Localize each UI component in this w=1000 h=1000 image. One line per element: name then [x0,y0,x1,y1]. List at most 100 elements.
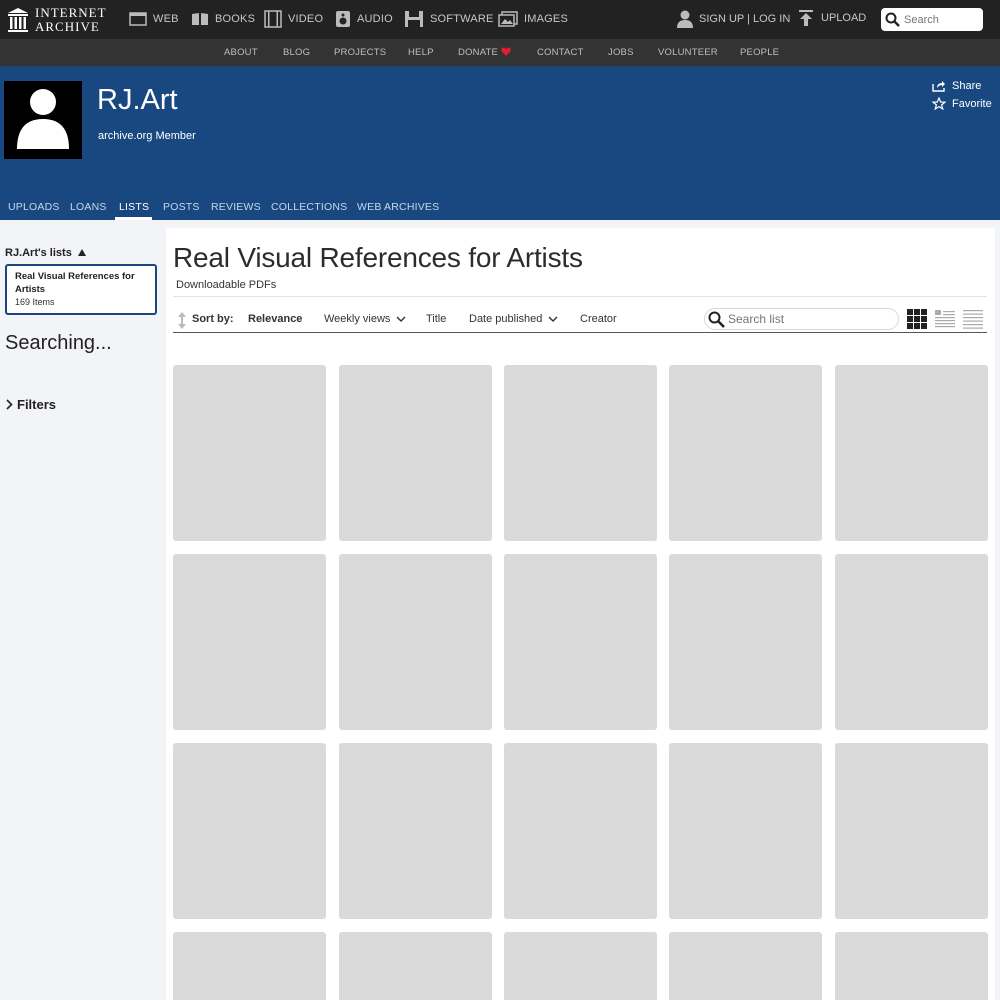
nav-images[interactable]: IMAGES [498,9,568,29]
result-tile-placeholder [504,932,657,1000]
global-search[interactable] [881,8,983,31]
nav-software[interactable]: SOFTWARE [404,9,494,29]
result-tile-placeholder [339,365,492,541]
sort-by-label: Sort by: [192,313,234,325]
chevron-down-icon [396,316,406,322]
subnav-volunteer[interactable]: VOLUNTEER [658,47,718,58]
sort-title[interactable]: Title [426,313,446,325]
profile-name: RJ.Art [97,84,178,116]
result-tile-placeholder [504,554,657,730]
upload-label: UPLOAD [821,12,867,24]
nav-web[interactable]: WEB [129,9,179,29]
subnav-jobs[interactable]: JOBS [608,47,634,58]
result-tile-placeholder [173,932,326,1000]
divider [173,296,987,297]
upload-button[interactable]: UPLOAD [798,9,866,27]
star-icon [932,97,946,110]
tab-lists[interactable]: LISTS [119,201,149,213]
page-title: Real Visual References for Artists [173,242,583,273]
subnav-projects[interactable]: PROJECTS [334,47,386,58]
share-button[interactable]: Share [932,80,981,92]
list-search[interactable] [704,308,899,330]
books-icon [192,13,208,25]
upload-icon [799,10,813,26]
active-tab-indicator [115,217,152,220]
favorite-button[interactable]: Favorite [932,97,992,110]
subnav-people[interactable]: PEOPLE [740,47,779,58]
share-label: Share [952,80,982,92]
tab-collections[interactable]: COLLECTIONS [271,201,347,213]
internet-archive-logo[interactable]: INTERNET ARCHIVE [7,6,107,33]
chevron-down-icon [548,316,558,322]
secondary-navigation: ABOUT BLOG PROJECTS HELP DONATE CONTACT … [0,39,1000,66]
user-icon [677,10,693,28]
sort-date-published[interactable]: Date published [469,313,558,325]
archive-building-icon [8,7,28,32]
list-search-input[interactable] [728,312,888,326]
global-search-input[interactable] [904,13,980,26]
result-tile-placeholder [835,365,988,541]
sort-weekly-views[interactable]: Weekly views [324,313,406,325]
search-icon [885,12,900,27]
sort-date-published-label: Date published [469,313,543,325]
profile-subtitle: archive.org Member [98,130,196,142]
profile-banner: RJ.Art archive.org Member Share Favorite… [0,66,1000,220]
sort-weekly-views-label: Weekly views [324,313,391,325]
result-tile-placeholder [173,554,326,730]
subnav-blog[interactable]: BLOG [283,47,310,58]
tab-loans[interactable]: LOANS [70,201,107,213]
sort-relevance[interactable]: Relevance [248,313,302,325]
sort-title-label: Title [426,313,447,325]
list-card-count: 169 Items [15,297,55,307]
sort-creator[interactable]: Creator [580,313,617,325]
list-results-panel: Real Visual References for Artists Downl… [166,228,995,1000]
heart-icon [501,47,511,56]
logo-text-line1: INTERNET [35,5,107,20]
subnav-about[interactable]: ABOUT [224,47,258,58]
account-label: SIGN UP | LOG IN [699,13,791,25]
nav-audio-label: AUDIO [357,13,393,25]
images-icon [498,11,518,27]
filters-toggle[interactable]: Filters [5,397,56,412]
list-detail-view-icon[interactable] [935,309,955,329]
lists-heading-label: RJ.Art's lists [5,247,72,259]
sort-creator-label: Creator [580,313,617,325]
result-tile-placeholder [504,743,657,919]
subnav-donate[interactable]: DONATE [458,47,498,58]
chevron-right-icon [6,399,13,410]
favorite-label: Favorite [952,97,992,110]
tab-reviews[interactable]: REVIEWS [211,201,261,213]
nav-video[interactable]: VIDEO [264,9,323,29]
video-icon [264,10,282,28]
list-compact-view-icon[interactable] [963,309,983,329]
top-navigation-bar: INTERNET ARCHIVE WEB BOOKS VIDEO AUDIO S… [0,0,1000,39]
subnav-help[interactable]: HELP [408,47,434,58]
lists-heading[interactable]: RJ.Art's lists [5,247,86,259]
nav-images-label: IMAGES [524,13,568,25]
nav-books[interactable]: BOOKS [191,9,255,29]
result-tile-placeholder [339,554,492,730]
result-tile-placeholder [835,554,988,730]
tab-posts[interactable]: POSTS [163,201,200,213]
tab-web-archives[interactable]: WEB ARCHIVES [357,201,439,213]
share-icon [932,81,945,92]
default-user-avatar-icon [17,89,69,149]
result-tile-placeholder [504,365,657,541]
sign-up-log-in-link[interactable]: SIGN UP | LOG IN [676,9,790,29]
sort-relevance-label: Relevance [248,313,303,325]
result-tile-placeholder [339,932,492,1000]
subnav-contact[interactable]: CONTACT [537,47,584,58]
list-card-selected[interactable]: Real Visual References for Artists 169 I… [5,264,157,315]
list-description: Downloadable PDFs [176,279,277,291]
result-tile-placeholder [669,365,822,541]
search-status: Searching... [5,332,112,354]
tab-uploads[interactable]: UPLOADS [8,201,60,213]
sort-direction-icon[interactable] [176,312,188,329]
result-tile-placeholder [835,932,988,1000]
caret-up-icon [77,249,86,256]
grid-view-icon[interactable] [907,309,927,329]
result-tile-placeholder [669,932,822,1000]
logo-text-line2: ARCHIVE [35,19,100,34]
nav-audio[interactable]: AUDIO [335,9,393,29]
sort-bar: Sort by: Relevance Weekly views Title Da… [173,308,987,333]
